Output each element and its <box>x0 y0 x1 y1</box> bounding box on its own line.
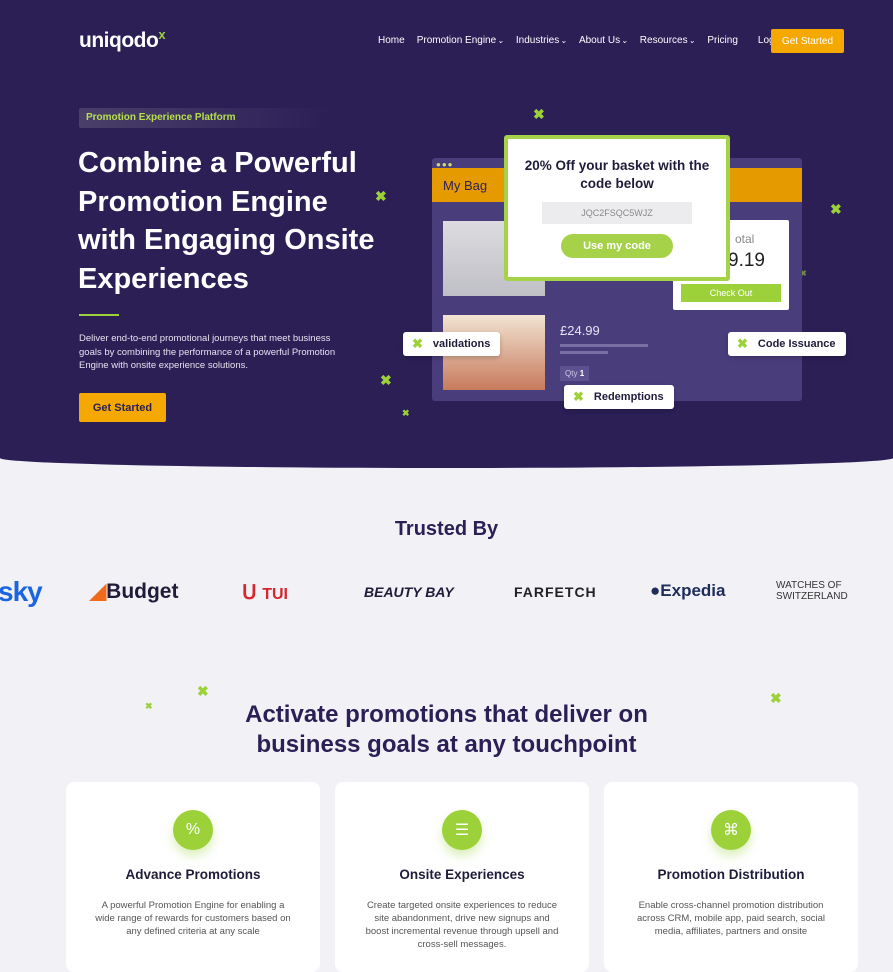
chevron-down-icon: ⌄ <box>621 36 628 45</box>
checkout-button: Check Out <box>681 284 781 302</box>
promo-code: JQC2FSQC5WJZ <box>542 202 692 224</box>
nav-promotion-engine[interactable]: Promotion Engine⌄ <box>417 35 504 46</box>
logo-text: TUI <box>262 586 288 603</box>
nav-resources[interactable]: Resources⌄ <box>640 35 696 46</box>
chip-validations: ✖ validations <box>403 332 501 356</box>
nav-industries[interactable]: Industries⌄ <box>516 35 567 46</box>
cross-icon: ✖ <box>412 336 423 351</box>
logo-budget: ◢Budget <box>90 579 178 604</box>
nav-pricing[interactable]: Pricing <box>707 35 738 46</box>
logo-beauty-bay: BEAUTY BAY <box>364 584 454 600</box>
nav-label: Resources <box>639 35 688 46</box>
chip-label: Code Issuance <box>757 338 836 350</box>
cross-icon: ✖ <box>573 389 584 404</box>
cross-icon: ✖ <box>402 408 410 418</box>
hero-badge: Promotion Experience Platform <box>79 108 329 128</box>
features-title-text: Activate promotions that deliver on busi… <box>245 701 648 758</box>
features-title: Activate promotions that deliver on busi… <box>0 700 893 760</box>
card-title: Promotion Distribution <box>657 867 805 882</box>
logo-farfetch: FARFETCH <box>514 584 597 600</box>
chip-label: validations <box>432 338 491 350</box>
card-title: Advance Promotions <box>125 867 261 882</box>
feature-card-onsite-experiences: ☰ Onsite Experiences Create targeted ons… <box>335 782 589 972</box>
quantity: Qty 1 <box>560 366 590 381</box>
logo-tui: ᑌ TUI <box>242 582 288 604</box>
nav-get-started-button[interactable]: Get Started <box>771 29 844 53</box>
divider <box>79 314 119 316</box>
card-description: Enable cross-channel promotion distribut… <box>637 900 825 937</box>
logo-watches-of-switzerland: WATCHES OF SWITZERLAND <box>776 580 848 602</box>
total-amount: 9.19 <box>728 250 765 271</box>
trusted-title: Trusted By <box>394 518 499 540</box>
product-price: £24.99 <box>560 323 600 338</box>
qty-value: 1 <box>579 369 585 378</box>
promo-popup: 20% Off your basket with the code below … <box>504 135 730 281</box>
cross-icon: ✖ <box>737 336 748 351</box>
logo-text: Expedia <box>660 581 726 600</box>
placeholder-line <box>560 351 608 354</box>
chevron-down-icon: ⌄ <box>560 36 567 45</box>
cross-icon: ✖ <box>533 106 545 122</box>
logo[interactable]: uniqodox <box>79 27 166 53</box>
chip-redemptions: ✖ Redemptions <box>564 385 674 409</box>
logo-expedia: ●Expedia <box>650 581 725 601</box>
globe-icon: ● <box>650 581 661 600</box>
logo-mark: x <box>158 27 166 42</box>
chevron-down-icon: ⌄ <box>497 36 504 45</box>
nav-home[interactable]: Home <box>378 35 405 46</box>
nav-label: About Us <box>578 35 621 46</box>
popup-title: 20% Off your basket with the code below <box>524 158 710 191</box>
trusted-logos: sky ◢Budget ᑌ TUI BEAUTY BAY FARFETCH ●E… <box>0 576 893 610</box>
feature-card-promotion-distribution: ⌘ Promotion Distribution Enable cross-ch… <box>604 782 858 972</box>
cross-icon: ✖ <box>375 188 387 204</box>
card-title: Onsite Experiences <box>399 867 525 882</box>
cross-icon: ✖ <box>830 201 842 217</box>
main-nav: Home Promotion Engine⌄ Industries⌄ About… <box>378 35 794 46</box>
chevron-down-icon: ⌄ <box>688 36 696 45</box>
qty-label: Qty <box>565 369 578 378</box>
bag-title: My Bag <box>443 178 488 193</box>
feature-card-advance-promotions: % Advance Promotions A powerful Promotio… <box>66 782 320 972</box>
budget-mark: ◢ <box>90 580 107 603</box>
checklist-icon: ☰ <box>442 810 482 850</box>
use-code-button: Use my code <box>561 234 673 258</box>
logo-text: Budget <box>106 580 179 603</box>
nav-label: Promotion Engine <box>416 35 497 46</box>
cross-icon: ✖ <box>197 683 209 699</box>
chip-code-issuance: ✖ Code Issuance <box>728 332 846 356</box>
hero-get-started-button[interactable]: Get Started <box>79 393 166 422</box>
nav-label: Industries <box>515 35 560 46</box>
logo-sky: sky <box>0 576 43 607</box>
hero-description: Deliver end-to-end promotional journeys … <box>79 333 336 371</box>
card-description: A powerful Promotion Engine for enabling… <box>95 900 291 937</box>
total-label: otal <box>735 232 755 246</box>
network-icon: ⌘ <box>711 810 751 850</box>
placeholder-line <box>560 344 648 347</box>
cross-icon: ✖ <box>380 372 392 388</box>
logo-text: uniqodo <box>79 29 159 52</box>
card-description: Create targeted onsite experiences to re… <box>365 900 559 950</box>
nav-about-us[interactable]: About Us⌄ <box>579 35 628 46</box>
chip-label: Redemptions <box>593 391 664 403</box>
percent-badge-icon: % <box>173 810 213 850</box>
hero-title: Combine a Powerful Promotion Engine with… <box>78 147 375 295</box>
